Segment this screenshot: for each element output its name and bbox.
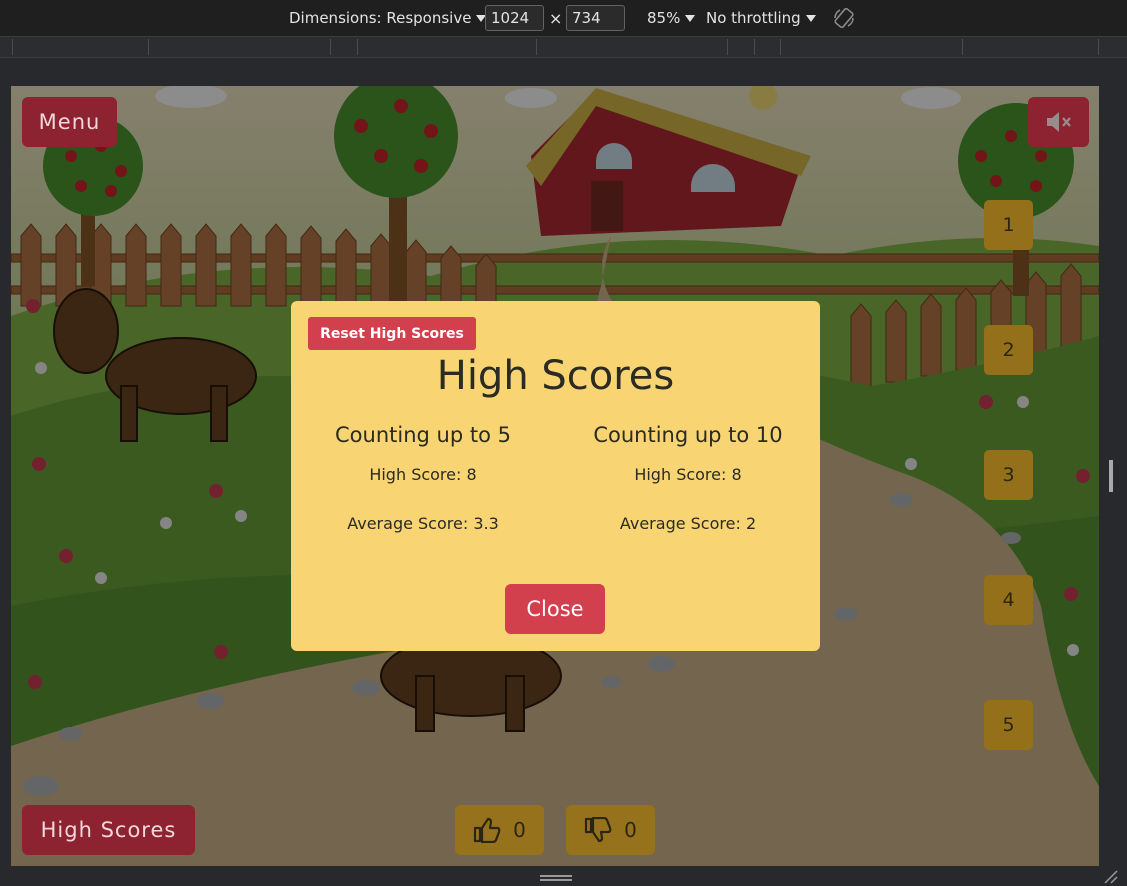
number-tile-3[interactable]: 3	[984, 450, 1033, 500]
rotate-icon[interactable]	[832, 0, 856, 36]
thumbs-down-button[interactable]: 0	[566, 805, 655, 855]
close-button[interactable]: Close	[505, 584, 605, 634]
devtools-toolbar: Dimensions: Responsive × 85% No throttli…	[0, 0, 1127, 37]
thumbs-down-count: 0	[624, 818, 637, 842]
thumbs-up-count: 0	[513, 818, 526, 842]
zoom-label: 85%	[647, 9, 681, 27]
number-tile-2[interactable]: 2	[984, 325, 1033, 375]
number-tile-4[interactable]: 4	[984, 575, 1033, 625]
thumbs-up-button[interactable]: 0	[455, 805, 544, 855]
number-tile-1[interactable]: 1	[984, 200, 1033, 250]
number-tile-5[interactable]: 5	[984, 700, 1033, 750]
score-column-count-5: Counting up to 5 High Score: 8 Average S…	[291, 423, 555, 533]
resize-handle-right[interactable]	[1109, 460, 1113, 492]
times-sign: ×	[549, 8, 563, 28]
throttling-dropdown[interactable]: No throttling	[706, 0, 816, 36]
thumbs-down-icon	[585, 817, 612, 843]
width-input[interactable]	[485, 5, 544, 31]
modal-title: High Scores	[436, 353, 675, 399]
resize-corner-icon[interactable]	[1102, 868, 1118, 884]
dimensions-label: Dimensions: Responsive	[289, 9, 472, 27]
menu-button[interactable]: Menu	[22, 97, 117, 147]
column-title: Counting up to 10	[593, 423, 783, 447]
thumbs-up-icon	[474, 817, 501, 843]
media-query-ruler	[0, 37, 1127, 58]
reset-high-scores-button[interactable]: Reset High Scores	[308, 317, 476, 350]
high-score-value: High Score: 8	[369, 465, 477, 484]
chevron-down-icon	[685, 14, 696, 22]
score-column-count-10: Counting up to 10 High Score: 8 Average …	[556, 423, 820, 533]
average-score-value: Average Score: 2	[619, 514, 757, 533]
speaker-muted-icon	[1046, 112, 1071, 132]
column-title: Counting up to 5	[335, 423, 511, 447]
height-input[interactable]	[566, 5, 625, 31]
resize-handle-bottom[interactable]	[540, 875, 572, 881]
chevron-down-icon	[805, 14, 816, 22]
average-score-value: Average Score: 3.3	[347, 514, 499, 533]
high-scores-button[interactable]: High Scores	[22, 805, 195, 855]
mute-button[interactable]	[1028, 97, 1089, 147]
dimensions-dropdown[interactable]: Dimensions: Responsive	[289, 0, 487, 36]
high-scores-modal: Reset High Scores High Scores Counting u…	[291, 301, 820, 651]
zoom-dropdown[interactable]: 85%	[647, 0, 696, 36]
throttling-label: No throttling	[706, 9, 801, 27]
high-score-value: High Score: 8	[634, 465, 742, 484]
